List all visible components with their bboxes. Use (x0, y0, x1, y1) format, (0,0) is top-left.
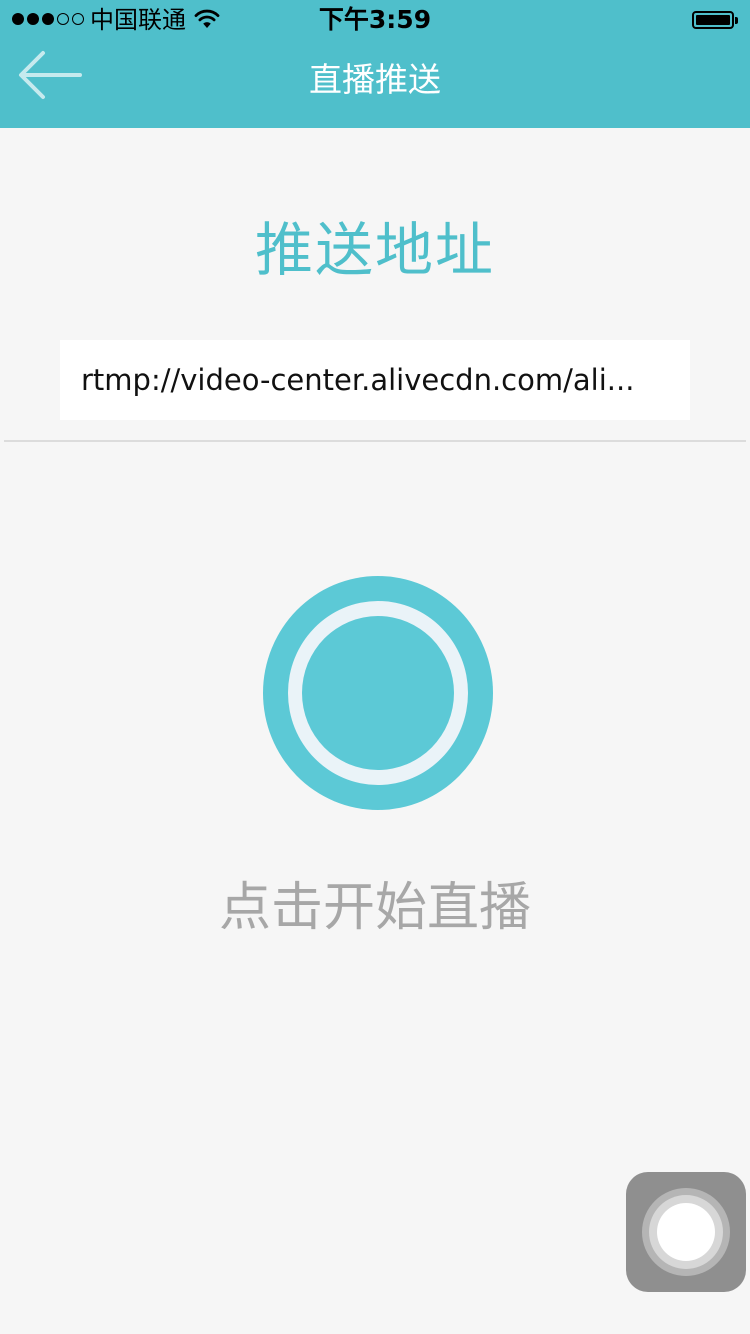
back-button[interactable] (16, 46, 84, 104)
status-time: 下午3:59 (318, 5, 432, 34)
divider (4, 440, 746, 442)
arrow-left-icon (19, 51, 82, 99)
start-live-button[interactable] (263, 576, 493, 810)
live-push-screen: 中国联通 下午3:59 直播推送 推送地址 rtmp://video-cente… (0, 0, 750, 1334)
page-title: 直播推送 (309, 60, 441, 99)
battery-icon (692, 11, 740, 31)
battery-body (692, 11, 734, 29)
push-url-input[interactable] (81, 363, 678, 397)
push-address-heading: 推送地址 (254, 216, 495, 284)
assistive-touch-button[interactable] (626, 1172, 746, 1292)
battery-tip (735, 17, 738, 24)
record-button-core (302, 616, 454, 770)
navigation-header: 中国联通 下午3:59 直播推送 (0, 0, 750, 128)
assistive-touch-center (657, 1203, 715, 1261)
start-live-label: 点击开始直播 (218, 878, 531, 938)
battery-level-fill (696, 15, 730, 25)
push-url-field-container[interactable] (60, 340, 690, 420)
status-bar: 中国联通 下午3:59 (0, 0, 750, 40)
